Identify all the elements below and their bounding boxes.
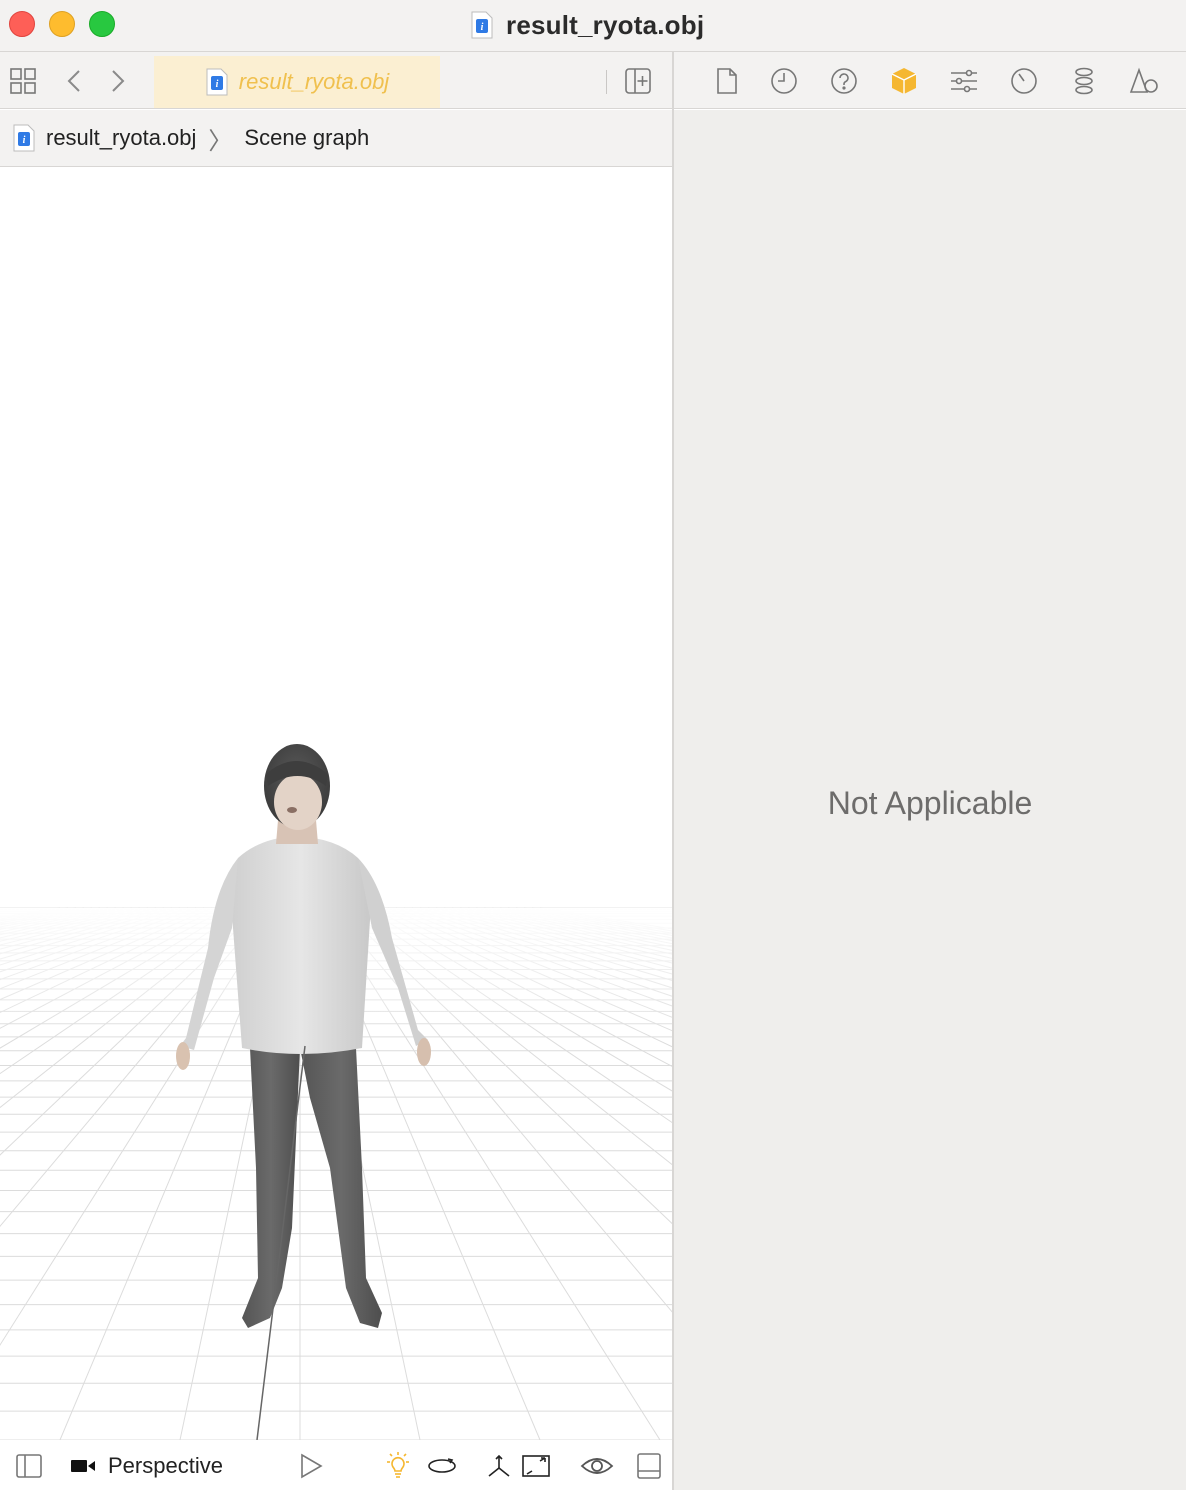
svg-text:i: i — [215, 79, 218, 90]
axes-icon[interactable] — [484, 1450, 514, 1482]
viewport-bottom-bar: Perspective — [0, 1440, 672, 1490]
sliders-icon[interactable] — [947, 65, 981, 97]
light-icon[interactable] — [382, 1450, 414, 1482]
sidebar-icon[interactable] — [14, 1450, 44, 1482]
not-applicable-message: Not Applicable — [827, 785, 1033, 821]
svg-text:i: i — [23, 135, 26, 146]
close-button[interactable] — [9, 11, 35, 37]
toolbar-separator — [606, 70, 607, 94]
obj-file-icon: i — [205, 68, 229, 96]
svg-text:i: i — [481, 22, 484, 33]
inspector-toolbar — [674, 52, 1186, 109]
editor-toolbar: i result_ryota.obj — [0, 52, 673, 109]
camera-label[interactable]: Perspective — [108, 1453, 223, 1479]
obj-file-icon: i — [470, 11, 494, 39]
scene-canvas — [0, 744, 672, 1440]
add-editor-icon[interactable] — [622, 65, 654, 97]
panel-icon[interactable] — [634, 1450, 664, 1482]
zoom-button[interactable] — [89, 11, 115, 37]
gauge-icon[interactable] — [1007, 65, 1041, 97]
cube-icon[interactable] — [887, 65, 921, 97]
chevron-left-icon[interactable] — [62, 66, 86, 96]
physics-icon[interactable] — [1067, 65, 1101, 97]
window-title: i result_ryota.obj — [470, 8, 704, 42]
grid-icon[interactable] — [8, 66, 38, 96]
tab-result-ryota[interactable]: i result_ryota.obj — [154, 56, 440, 108]
play-icon[interactable] — [296, 1450, 326, 1482]
breadcrumb-scene-graph[interactable]: Scene graph — [244, 125, 369, 151]
chevron-right-icon[interactable] — [106, 66, 130, 96]
file-icon[interactable] — [710, 65, 744, 97]
minimize-button[interactable] — [49, 11, 75, 37]
help-icon[interactable] — [827, 65, 861, 97]
orbit-icon[interactable] — [426, 1450, 458, 1482]
breadcrumb: i result_ryota.obj 〉 Scene graph — [0, 110, 672, 167]
obj-file-icon: i — [12, 124, 36, 152]
eye-icon[interactable] — [580, 1450, 614, 1482]
scene-viewport[interactable] — [0, 168, 672, 1440]
title-bar: i result_ryota.obj — [0, 0, 1186, 52]
breadcrumb-separator: 〉 — [208, 127, 233, 155]
tab-label: result_ryota.obj — [238, 69, 390, 94]
window-title-text: result_ryota.obj — [506, 9, 705, 40]
shapes-icon[interactable] — [1127, 65, 1161, 97]
breadcrumb-file[interactable]: result_ryota.obj — [46, 125, 196, 151]
inspector-panel: Not Applicable — [674, 110, 1186, 1490]
camera-icon[interactable] — [68, 1450, 98, 1482]
history-icon[interactable] — [767, 65, 801, 97]
frame-icon[interactable] — [520, 1450, 552, 1482]
